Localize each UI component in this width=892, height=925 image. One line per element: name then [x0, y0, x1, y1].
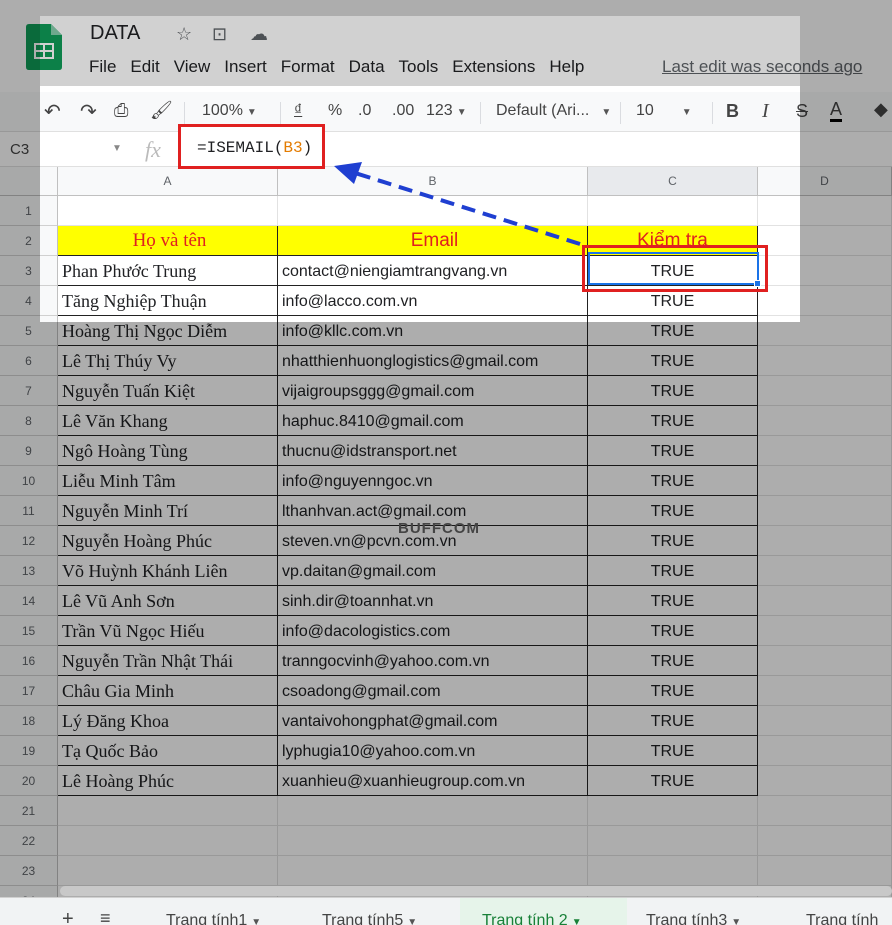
sheet-tabs-bar: + ≡ Trang tính1 ▼ Trang tính5 ▼ Trang tính…	[0, 897, 892, 925]
sheet-tab-2[interactable]: Trang tính 2 ▼	[482, 912, 582, 925]
arrow-head	[334, 162, 362, 184]
chevron-down-icon: ▼	[571, 917, 582, 925]
chevron-down-icon: ▼	[251, 917, 262, 925]
sheet-tab-5[interactable]: Trang tính5 ▼	[322, 912, 417, 925]
sheet-tab-label: Trang tính5	[322, 912, 404, 925]
all-sheets-icon[interactable]: ≡	[100, 908, 111, 925]
sheet-tab-label: Trang tính3	[646, 912, 728, 925]
sheet-tab-label: Trang tính1	[166, 912, 248, 925]
sheet-tab-more[interactable]: Trang tính	[806, 912, 878, 925]
chevron-down-icon: ▼	[407, 917, 418, 925]
annotation-arrow	[334, 162, 581, 246]
chevron-down-icon: ▼	[731, 917, 742, 925]
sheet-tab-3[interactable]: Trang tính3 ▼	[646, 912, 741, 925]
sheet-tab-1[interactable]: Trang tính1 ▼	[166, 912, 261, 925]
watermark-logo: BUFFCOM	[398, 520, 480, 537]
sheet-tab-label: Trang tính 2	[482, 912, 568, 925]
add-sheet-icon[interactable]: +	[62, 908, 74, 925]
arrow-line	[351, 170, 581, 246]
spreadsheet-app: DATA ☆ ⊡ ☁ File Edit View Insert Format …	[0, 0, 892, 925]
horizontal-scrollbar[interactable]	[60, 886, 892, 896]
